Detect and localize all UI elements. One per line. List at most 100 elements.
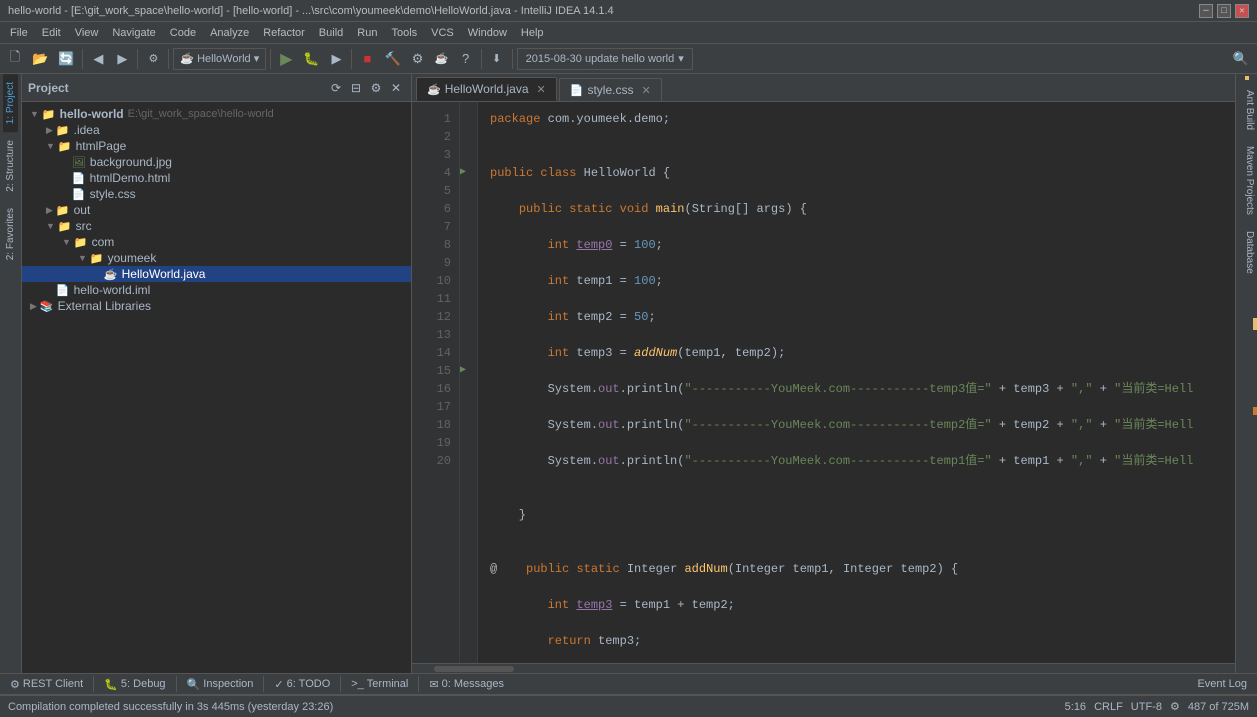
menu-tools[interactable]: Tools xyxy=(385,25,423,41)
hscroll-thumb[interactable] xyxy=(434,666,514,672)
vcs-update-btn[interactable]: ⬇ xyxy=(486,48,508,70)
ext-libs-icon: 📚 xyxy=(40,300,54,313)
project-folder-icon: 📁 xyxy=(42,108,56,121)
project-close-btn[interactable]: ✕ xyxy=(387,79,405,97)
gutter: ▶ ▶ xyxy=(460,102,478,663)
menu-run[interactable]: Run xyxy=(351,25,383,41)
tab-style-css-label: style.css xyxy=(587,83,633,97)
maven-projects-tab[interactable]: Maven Projects xyxy=(1236,138,1257,223)
tab-helloworld-close[interactable]: ✕ xyxy=(537,83,546,96)
tree-idea[interactable]: ▶ 📁 .idea xyxy=(22,122,411,138)
encoding[interactable]: UTF-8 xyxy=(1131,701,1162,713)
build-btn[interactable]: ⚙ xyxy=(142,48,164,70)
todo-tool[interactable]: ✓ 6: TODO xyxy=(268,676,336,693)
project-collapse-btn[interactable]: ⊟ xyxy=(347,79,365,97)
menu-bar: File Edit View Navigate Code Analyze Ref… xyxy=(0,22,1257,44)
indent-settings-icon[interactable]: ⚙ xyxy=(1170,700,1180,713)
youmeek-folder-icon: 📁 xyxy=(90,252,104,265)
run-coverage-btn[interactable]: ▶ xyxy=(325,48,347,70)
tree-arrow-youmeek: ▼ xyxy=(78,253,87,263)
tree-arrow-ext: ▶ xyxy=(30,301,37,312)
open-btn[interactable]: 📂 xyxy=(28,48,52,70)
htmlpage-folder-icon: 📁 xyxy=(58,140,72,153)
event-log-tool[interactable]: Event Log xyxy=(1191,676,1253,692)
back-btn[interactable]: ◀ xyxy=(87,48,109,70)
bottom-sep-5 xyxy=(418,676,419,692)
stop-btn[interactable]: ■ xyxy=(356,48,378,70)
debug-tool[interactable]: 🐛 5: Debug xyxy=(98,676,171,693)
tab-helloworld-java[interactable]: ☕ HelloWorld.java ✕ xyxy=(416,77,557,101)
tab-style-css[interactable]: 📄 style.css ✕ xyxy=(559,78,662,101)
terminal-tool[interactable]: >_ Terminal xyxy=(345,676,414,692)
tree-src[interactable]: ▼ 📁 src xyxy=(22,218,411,234)
project-panel-toolbar: Project ⟳ ⊟ ⚙ ✕ xyxy=(22,74,411,102)
tree-arrow-com: ▼ xyxy=(62,237,71,247)
tree-root[interactable]: ▼ 📁 hello-world E:\git_work_space\hello-… xyxy=(22,106,411,122)
new-project-btn[interactable]: 🗋 xyxy=(4,48,26,70)
tools-btn[interactable]: ⚙ xyxy=(407,48,429,70)
menu-view[interactable]: View xyxy=(69,25,105,41)
menu-window[interactable]: Window xyxy=(462,25,513,41)
menu-navigate[interactable]: Navigate xyxy=(106,25,161,41)
tree-helloworld-java[interactable]: ▶ ☕ HelloWorld.java xyxy=(22,266,411,282)
line-ending[interactable]: CRLF xyxy=(1094,701,1123,713)
sdk-setup-btn[interactable]: ☕ xyxy=(431,48,453,70)
messages-tool[interactable]: ✉ 0: Messages xyxy=(423,676,510,693)
debug-icon: 🐛 xyxy=(104,678,118,691)
bottom-sep-1 xyxy=(93,676,94,692)
right-sidebar: Ant Build Maven Projects Database xyxy=(1235,74,1257,673)
debug-btn[interactable]: 🐛 xyxy=(299,48,323,70)
tree-iml[interactable]: ▶ 📄 hello-world.iml xyxy=(22,282,411,298)
sync-btn[interactable]: 🔄 xyxy=(54,48,78,70)
menu-refactor[interactable]: Refactor xyxy=(257,25,311,41)
right-indicator-top xyxy=(1245,76,1249,80)
database-tab[interactable]: Database xyxy=(1236,223,1257,282)
search-everywhere-btn[interactable]: 🔍 xyxy=(1229,48,1253,70)
tree-htmlpage[interactable]: ▼ 📁 htmlPage xyxy=(22,138,411,154)
code-editor[interactable]: package com.youmeek.demo; public class H… xyxy=(478,102,1235,663)
maximize-button[interactable]: □ xyxy=(1217,4,1231,18)
terminal-icon: >_ xyxy=(351,678,364,690)
project-settings-btn[interactable]: ⚙ xyxy=(367,79,385,97)
menu-analyze[interactable]: Analyze xyxy=(204,25,255,41)
tab-css-close[interactable]: ✕ xyxy=(641,84,650,97)
out-folder-icon: 📁 xyxy=(56,204,70,217)
inspection-icon: 🔍 xyxy=(187,678,201,691)
css-tab-icon: 📄 xyxy=(570,84,584,97)
menu-help[interactable]: Help xyxy=(515,25,550,41)
run-btn[interactable]: ▶ xyxy=(275,48,297,70)
ant-build-tab[interactable]: Ant Build xyxy=(1236,82,1257,138)
tree-youmeek[interactable]: ▼ 📁 youmeek xyxy=(22,250,411,266)
sidebar-tab-project[interactable]: 1: Project xyxy=(3,74,18,132)
minimize-button[interactable]: ─ xyxy=(1199,4,1213,18)
run-config-dropdown[interactable]: ☕ HelloWorld ▾ xyxy=(173,48,266,70)
help-btn[interactable]: ? xyxy=(455,48,477,70)
horizontal-scrollbar[interactable] xyxy=(412,663,1235,673)
menu-vcs[interactable]: VCS xyxy=(425,25,460,41)
sidebar-tab-favorites[interactable]: 2: Favorites xyxy=(3,200,18,268)
editor-content[interactable]: 1 2 3 4 5 6 7 8 9 10 11 12 13 14 15 16 1… xyxy=(412,102,1235,663)
vcs-commit-box[interactable]: 2015-08-30 update hello world ▾ xyxy=(517,48,693,70)
sidebar-tab-structure[interactable]: 2: Structure xyxy=(3,132,18,200)
close-button[interactable]: ✕ xyxy=(1235,4,1249,18)
tree-style-css[interactable]: ▶ 📄 style.css xyxy=(22,186,411,202)
rest-client-tool[interactable]: ⚙ REST Client xyxy=(4,676,89,693)
toolbar-sep-1 xyxy=(82,49,83,69)
menu-file[interactable]: File xyxy=(4,25,34,41)
tree-out[interactable]: ▶ 📁 out xyxy=(22,202,411,218)
project-panel-label: Project xyxy=(28,81,325,95)
inspection-tool[interactable]: 🔍 Inspection xyxy=(181,676,260,693)
menu-edit[interactable]: Edit xyxy=(36,25,67,41)
tree-com-label: com xyxy=(92,235,115,249)
tree-bg-jpg[interactable]: ▶ 🖼 background.jpg xyxy=(22,154,411,170)
tree-htmldemo[interactable]: ▶ 📄 htmlDemo.html xyxy=(22,170,411,186)
cursor-position[interactable]: 5:16 xyxy=(1065,701,1086,713)
tree-com[interactable]: ▼ 📁 com xyxy=(22,234,411,250)
menu-build[interactable]: Build xyxy=(313,25,349,41)
project-sync-btn[interactable]: ⟳ xyxy=(327,79,345,97)
menu-code[interactable]: Code xyxy=(164,25,202,41)
app-title: hello-world - [E:\git_work_space\hello-w… xyxy=(8,5,614,17)
tree-ext-libs[interactable]: ▶ 📚 External Libraries xyxy=(22,298,411,314)
build-project-btn[interactable]: 🔨 xyxy=(380,48,404,70)
forward-btn[interactable]: ▶ xyxy=(111,48,133,70)
